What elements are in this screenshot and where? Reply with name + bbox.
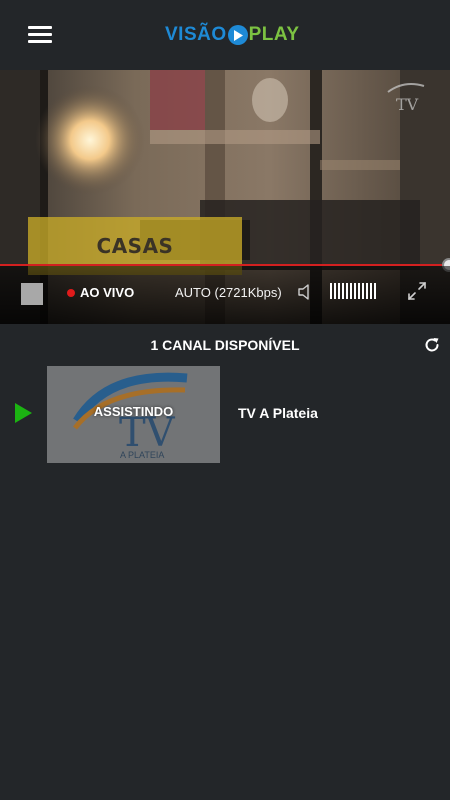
live-dot-icon [67, 288, 75, 297]
volume-icon[interactable] [296, 282, 316, 302]
volume-bar [374, 283, 376, 299]
logo-play-icon [227, 25, 248, 45]
volume-bar [354, 283, 356, 299]
volume-bar [350, 283, 352, 299]
video-player[interactable]: TV CASAS AO VIVO AUTO (2721Kbps) [0, 70, 450, 324]
fullscreen-icon[interactable] [407, 281, 427, 301]
app-logo: VISÃO PLAY [165, 24, 300, 46]
refresh-icon[interactable] [423, 336, 441, 354]
now-playing-icon [15, 403, 32, 423]
logo-text-visao: VISÃO [165, 24, 227, 45]
channel-list-header: 1 CANAL DISPONÍVEL [0, 324, 450, 366]
app-header: VISÃO PLAY [0, 0, 450, 70]
volume-slider[interactable] [330, 283, 376, 299]
volume-bar [362, 283, 364, 299]
volume-bar [338, 283, 340, 299]
player-controls: AO VIVO AUTO (2721Kbps) [0, 266, 450, 324]
volume-bar [370, 283, 372, 299]
volume-bar [366, 283, 368, 299]
channel-name: TV A Plateia [238, 405, 318, 421]
volume-bar [342, 283, 344, 299]
live-indicator: AO VIVO [67, 285, 134, 300]
hamburger-icon[interactable] [28, 26, 52, 44]
channel-count-title: 1 CANAL DISPONÍVEL [150, 337, 300, 353]
logo-text-play: PLAY [248, 24, 300, 45]
quality-selector[interactable]: AUTO (2721Kbps) [175, 285, 282, 300]
live-label: AO VIVO [80, 285, 135, 300]
watching-label: ASSISTINDO [93, 404, 174, 419]
stop-button[interactable] [21, 283, 43, 305]
channel-list-item[interactable]: TV A PLATEIA ASSISTINDO TV A Plateia [0, 366, 450, 463]
volume-bar [346, 283, 348, 299]
volume-bar [330, 283, 332, 299]
caption-text: CASAS [96, 234, 174, 258]
svg-text:TV: TV [396, 95, 419, 114]
volume-bar [334, 283, 336, 299]
channel-thumbnail[interactable]: TV A PLATEIA ASSISTINDO [47, 366, 220, 463]
volume-bar [358, 283, 360, 299]
channel-watermark-icon: TV [387, 83, 425, 114]
